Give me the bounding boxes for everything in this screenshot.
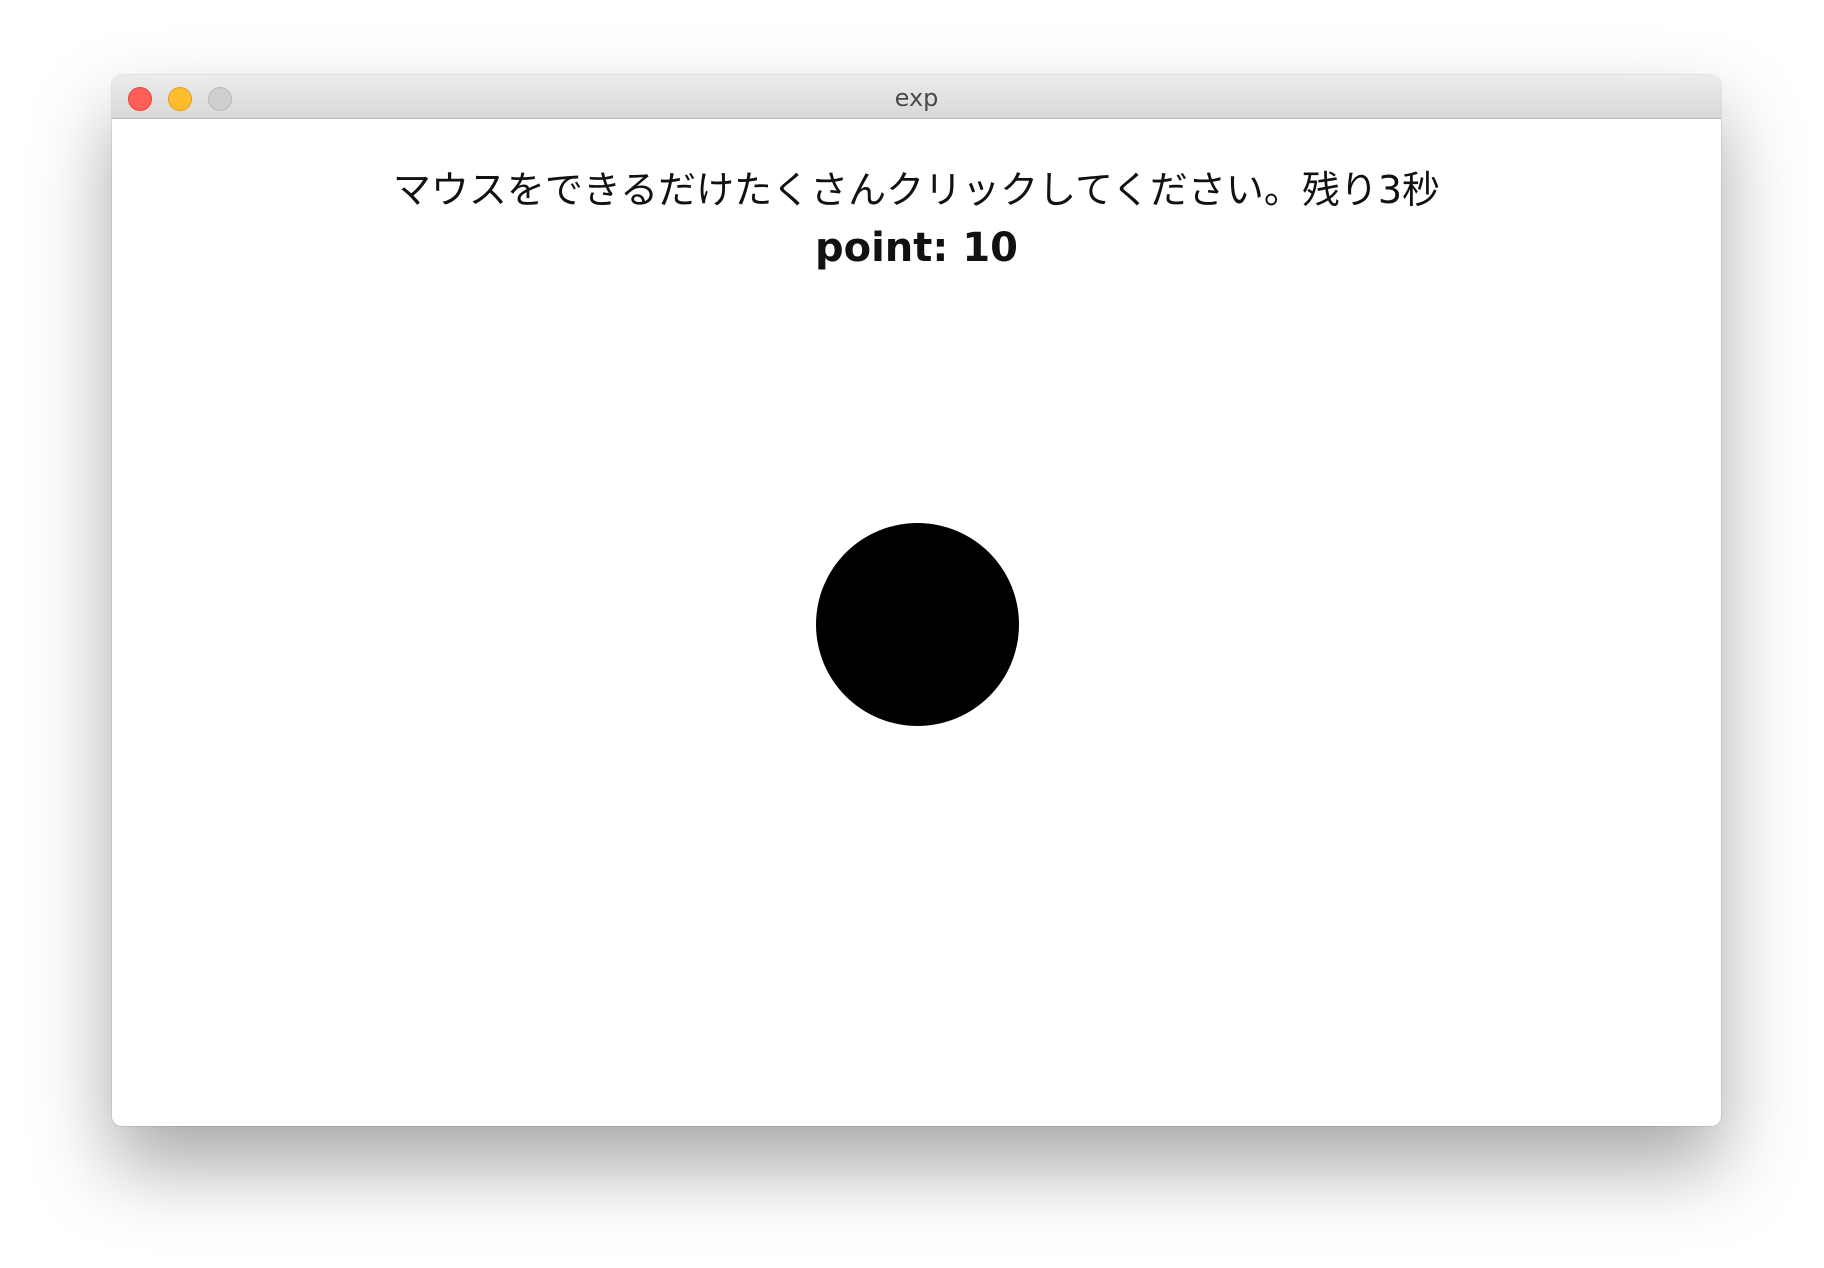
score-display: point: 10 — [112, 225, 1721, 271]
score-label: point: — [814, 225, 949, 271]
instruction-text: マウスをできるだけたくさんクリックしてください。残り3秒 — [392, 168, 1441, 212]
score-value: 10 — [962, 225, 1019, 271]
click-target-circle[interactable] — [816, 523, 1019, 726]
game-canvas[interactable]: マウスをできるだけたくさんクリックしてください。残り3秒 point: 10 — [112, 119, 1721, 1126]
title-bar[interactable]: exp — [112, 75, 1721, 119]
app-window: exp マウスをできるだけたくさんクリックしてください。残り3秒 point: … — [112, 75, 1721, 1126]
window-title: exp — [894, 84, 939, 112]
